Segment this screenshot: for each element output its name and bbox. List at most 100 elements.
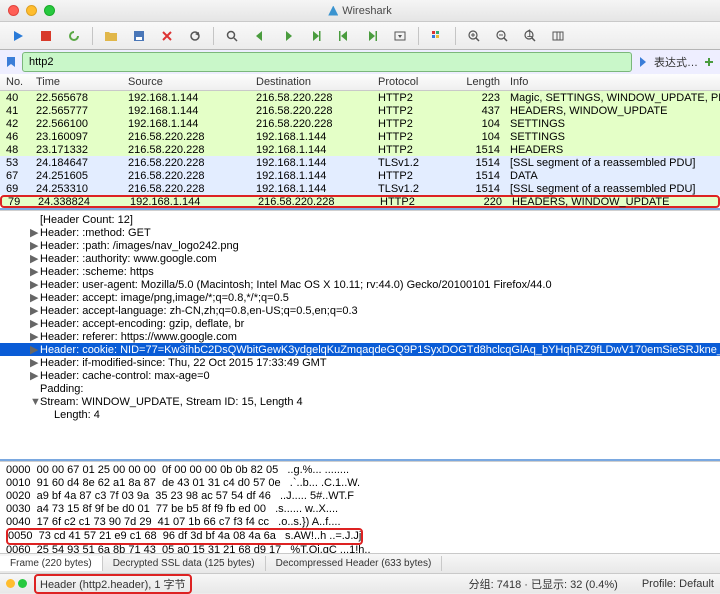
window-title: Wireshark	[0, 5, 720, 17]
detail-row[interactable]: Padding:	[0, 382, 720, 395]
expert-info-icon[interactable]	[6, 579, 15, 588]
palette-icon	[430, 29, 444, 43]
packet-details-pane[interactable]: [Header Count: 12]▶Header: :method: GET▶…	[0, 210, 720, 461]
status-field-label: Header (http2.header), 1 字节	[34, 574, 192, 594]
window-title-text: Wireshark	[342, 5, 392, 17]
start-capture-icon	[11, 29, 25, 43]
disclosure-icon[interactable]: ▶	[30, 291, 38, 304]
zoom-in-button[interactable]	[462, 25, 486, 47]
packet-row[interactable]: 5324.184647216.58.220.228192.168.1.144TL…	[0, 156, 720, 169]
close-icon	[160, 29, 174, 43]
col-destination[interactable]: Destination	[256, 76, 378, 88]
detail-row[interactable]: [Header Count: 12]	[0, 213, 720, 226]
disclosure-icon[interactable]: ▶	[30, 278, 38, 291]
zoom-out-button[interactable]	[490, 25, 514, 47]
open-file-button[interactable]	[99, 25, 123, 47]
disclosure-icon[interactable]: ▶	[30, 343, 38, 356]
disclosure-icon[interactable]: ▶	[30, 265, 38, 278]
packet-row[interactable]: 6924.253310216.58.220.228192.168.1.144TL…	[0, 182, 720, 195]
packet-row[interactable]: 6724.251605216.58.220.228192.168.1.144HT…	[0, 169, 720, 182]
packet-bytes-pane[interactable]: 0000 00 00 67 01 25 00 00 00 0f 00 00 00…	[0, 461, 720, 553]
disclosure-icon[interactable]: ▶	[30, 330, 38, 343]
go-last-button[interactable]	[360, 25, 384, 47]
svg-text:1: 1	[527, 29, 533, 40]
separator	[92, 27, 93, 45]
packet-row[interactable]: 4222.566100192.168.1.144216.58.220.228HT…	[0, 117, 720, 130]
go-to-packet-button[interactable]	[304, 25, 328, 47]
disclosure-icon[interactable]: ▼	[30, 396, 38, 408]
hex-row[interactable]: 0000 00 00 67 01 25 00 00 00 0f 00 00 00…	[6, 464, 714, 477]
packet-row[interactable]: 4623.160097216.58.220.228192.168.1.144HT…	[0, 130, 720, 143]
detail-row[interactable]: ▶Header: accept: image/png,image/*;q=0.8…	[0, 291, 720, 304]
window-titlebar: Wireshark	[0, 0, 720, 22]
disclosure-icon[interactable]: ▶	[30, 252, 38, 265]
filter-bar: 表达式…	[0, 50, 720, 74]
detail-row[interactable]: ▶Header: :authority: www.google.com	[0, 252, 720, 265]
col-time[interactable]: Time	[36, 76, 128, 88]
autoscroll-icon	[393, 29, 407, 43]
detail-row[interactable]: ▶Header: :path: /images/nav_logo242.png	[0, 239, 720, 252]
packet-row[interactable]: 4823.171332216.58.220.228192.168.1.144HT…	[0, 143, 720, 156]
disclosure-icon[interactable]: ▶	[30, 226, 38, 239]
go-prev-button[interactable]	[248, 25, 272, 47]
bytes-tab[interactable]: Frame (220 bytes)	[0, 556, 103, 571]
restart-capture-button[interactable]	[62, 25, 86, 47]
hex-row[interactable]: 0010 91 60 d4 8e 62 a1 8a 87 de 43 01 31…	[6, 477, 714, 490]
hex-row[interactable]: 0020 a9 bf 4a 87 c3 7f 03 9a 35 23 98 ac…	[6, 490, 714, 503]
close-file-button[interactable]	[155, 25, 179, 47]
hex-row[interactable]: 0030 a4 73 15 8f 9f be d0 01 77 be b5 8f…	[6, 503, 714, 516]
hex-row[interactable]: 0060 25 54 93 51 6a 8b 71 43 05 a0 15 31…	[6, 544, 714, 553]
disclosure-icon[interactable]: ▶	[30, 356, 38, 369]
packet-row[interactable]: 7924.338824192.168.1.144216.58.220.228HT…	[0, 195, 720, 208]
display-filter-input[interactable]	[22, 52, 632, 72]
stop-capture-button[interactable]	[34, 25, 58, 47]
disclosure-icon[interactable]: ▶	[30, 239, 38, 252]
go-next-button[interactable]	[276, 25, 300, 47]
disclosure-icon[interactable]: ▶	[30, 369, 38, 382]
bookmark-filter-icon[interactable]	[4, 55, 18, 69]
bytes-tab[interactable]: Decompressed Header (633 bytes)	[266, 556, 443, 571]
detail-row[interactable]: Length: 4	[0, 408, 720, 421]
reload-button[interactable]	[183, 25, 207, 47]
status-packet-count: 分组: 7418 · 已显示: 32 (0.4%)	[469, 576, 618, 592]
detail-row[interactable]: ▶Header: accept-language: zh-CN,zh;q=0.8…	[0, 304, 720, 317]
detail-row[interactable]: ▼Stream: WINDOW_UPDATE, Stream ID: 15, L…	[0, 395, 720, 408]
detail-row[interactable]: ▶Header: referer: https://www.google.com	[0, 330, 720, 343]
zoom-reset-button[interactable]: 1	[518, 25, 542, 47]
packet-row[interactable]: 4122.565777192.168.1.144216.58.220.228HT…	[0, 104, 720, 117]
colorize-button[interactable]	[425, 25, 449, 47]
stop-capture-icon	[39, 29, 53, 43]
detail-row[interactable]: ▶Header: :scheme: https	[0, 265, 720, 278]
bytes-tab[interactable]: Decrypted SSL data (125 bytes)	[103, 556, 266, 571]
col-source[interactable]: Source	[128, 76, 256, 88]
col-length[interactable]: Length	[456, 76, 506, 88]
disclosure-icon[interactable]: ▶	[30, 304, 38, 317]
arrow-first-icon	[337, 29, 351, 43]
arrow-left-icon	[253, 29, 267, 43]
arrow-right-icon	[281, 29, 295, 43]
detail-row[interactable]: ▶Header: user-agent: Mozilla/5.0 (Macint…	[0, 278, 720, 291]
go-first-button[interactable]	[332, 25, 356, 47]
folder-open-icon	[104, 29, 118, 43]
save-file-button[interactable]	[127, 25, 151, 47]
col-no[interactable]: No.	[0, 76, 36, 88]
find-button[interactable]	[220, 25, 244, 47]
hex-row[interactable]: 0050 73 cd 41 57 21 e9 c1 68 96 df 3d bf…	[6, 528, 363, 545]
start-capture-button[interactable]	[6, 25, 30, 47]
resize-columns-button[interactable]	[546, 25, 570, 47]
disclosure-icon[interactable]: ▶	[30, 317, 38, 330]
auto-scroll-button[interactable]	[388, 25, 412, 47]
detail-row[interactable]: ▶Header: cache-control: max-age=0	[0, 369, 720, 382]
status-profile[interactable]: Profile: Default	[642, 578, 714, 590]
col-protocol[interactable]: Protocol	[378, 76, 456, 88]
detail-row[interactable]: ▶Header: :method: GET	[0, 226, 720, 239]
packet-row[interactable]: 4022.565678192.168.1.144216.58.220.228HT…	[0, 91, 720, 104]
detail-row[interactable]: ▶Header: accept-encoding: gzip, deflate,…	[0, 317, 720, 330]
arrow-right-icon[interactable]	[636, 55, 650, 69]
detail-row[interactable]: ▶Header: cookie: NID=77=Kw3ihbC2DsQWbitG…	[0, 343, 720, 356]
detail-row[interactable]: ▶Header: if-modified-since: Thu, 22 Oct …	[0, 356, 720, 369]
add-filter-icon[interactable]	[702, 55, 716, 69]
col-info[interactable]: Info	[506, 76, 720, 88]
packet-list-pane[interactable]: No. Time Source Destination Protocol Len…	[0, 74, 720, 210]
expression-button[interactable]: 表达式…	[654, 54, 698, 70]
